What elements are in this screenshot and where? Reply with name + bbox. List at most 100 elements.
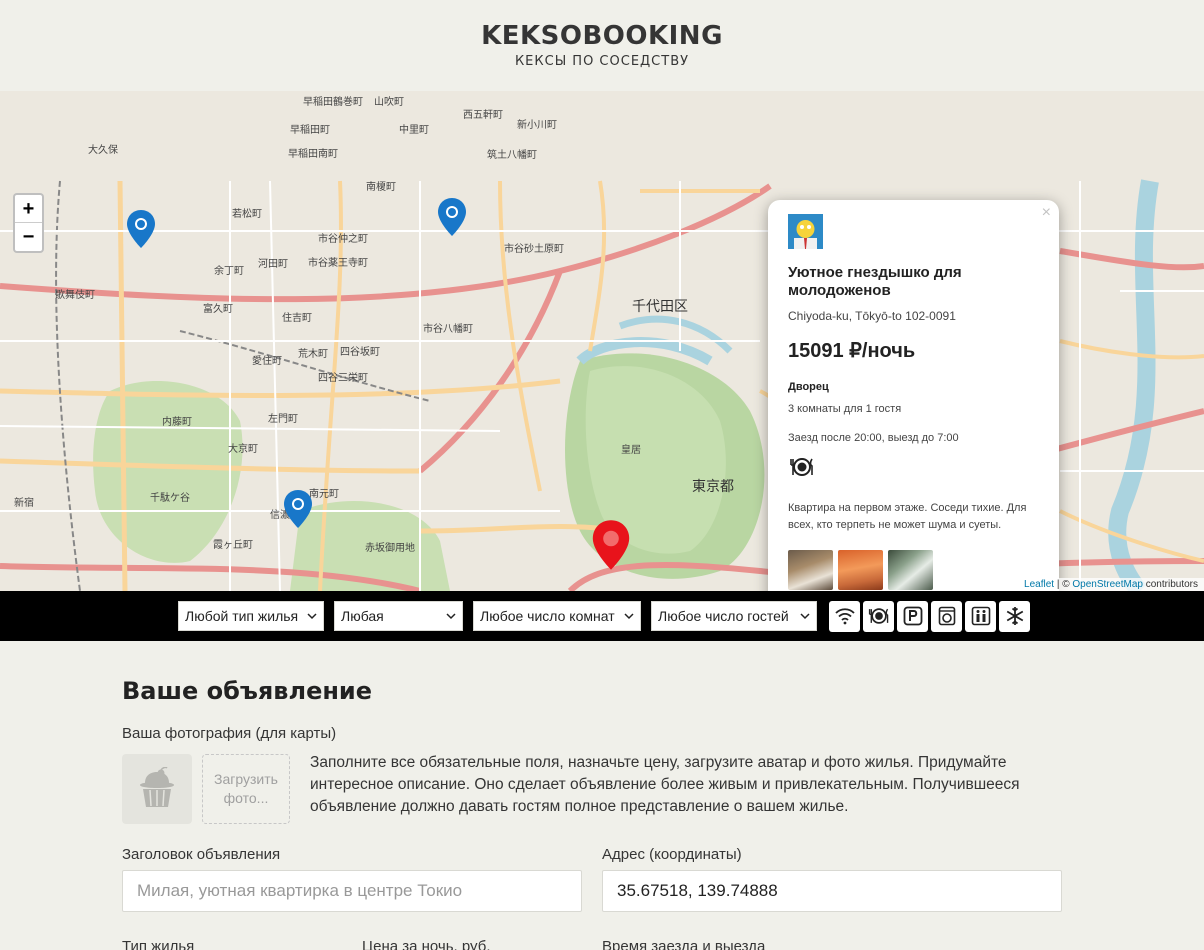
zoom-out-button[interactable]: − [15,223,42,251]
main-pin-icon[interactable] [591,519,631,571]
map-pin-icon[interactable] [283,489,313,529]
address-field: Адрес (координаты) 35.67518, 139.74888 [602,846,1062,912]
title-input[interactable]: Милая, уютная квартирка в центре Токио [122,870,582,912]
map-place-label: 西五軒町 [463,110,503,121]
map-place-label: 千代田区 [632,299,688,315]
muffin-icon [140,767,174,807]
housing-type-value: Любой тип жилья [185,608,299,624]
feature-parking[interactable] [897,600,928,632]
elevator-icon [971,606,990,626]
ad-form: Ваше объявление Ваша фотография (для кар… [0,641,1204,950]
popup-title: Уютное гнездышко для молодоженов [788,264,962,299]
map[interactable]: 早稲田鶴巻町 山吹町 西五軒町 新小川町 早稲田町 中里町 大久保 早稲田南町 筑土八幡町 南榎町… [0,91,1204,591]
avatar-label: Ваша фотография (для карты) [122,725,337,742]
map-place-label: 市谷砂土原町 [504,244,564,255]
avatar-preview [122,754,192,824]
map-place-label: 内藤町 [162,417,192,428]
map-place-label: 河田町 [258,259,288,270]
feature-elevator[interactable] [965,600,996,632]
rooms-value: Любое число комнат [480,608,615,624]
feature-conditioner[interactable] [999,600,1030,632]
chevron-down-icon [800,613,810,620]
wifi-icon [834,608,855,625]
parking-icon [903,606,922,626]
price-value: Любая [341,608,384,624]
zoom-in-button[interactable]: + [15,195,42,223]
map-place-label: 早稲田南町 [288,149,338,160]
map-place-label: 千駄ケ谷 [150,493,190,504]
attribution-text: contributors [1142,579,1198,590]
popup-description: Квартира на первом этаже. Соседи тихие. … [788,502,1027,531]
popup-time: Заезд после 20:00, выезд до 7:00 [788,432,959,444]
site-header: KEKSOBOOKING КЕКСЫ ПО СОСЕДСТВУ [0,0,1204,91]
guests-value: Любое число гостей [658,608,789,624]
logo-subtitle: КЕКСЫ ПО СОСЕДСТВУ [514,54,690,69]
dishwasher-icon [868,608,888,624]
feature-washer[interactable] [931,600,962,632]
map-place-label: 山吹町 [374,97,404,108]
map-attribution: Leaflet | © OpenStreetMap contributors [1018,578,1204,591]
conditioner-icon [1006,607,1023,625]
price-select[interactable]: Любая [334,601,463,631]
housing-type-select[interactable]: Любой тип жилья [178,601,324,631]
time-label: Время заезда и выезда [602,938,766,950]
map-pin-icon[interactable] [437,197,467,237]
popup-capacity: 3 комнаты для 1 гостя [788,403,902,415]
map-place-label: 余丁町 [214,266,244,277]
map-place-label: 愛住町 [252,356,282,367]
map-place-label: 南元町 [309,489,339,500]
avatar-upload-label: Загрузить фото... [214,771,278,806]
map-place-label: 四谷三栄町 [318,373,368,384]
user-avatar [788,214,823,249]
map-place-label: 霞ヶ丘町 [213,540,253,551]
popup-type: Дворец [788,381,829,393]
popup-photo[interactable] [838,550,883,590]
features-filter [829,600,1030,632]
form-title: Ваше объявление [122,677,373,705]
map-place-label: 富久町 [203,304,233,315]
feature-wifi[interactable] [829,600,860,632]
popup-photos [788,550,1039,590]
dishwasher-icon [790,458,813,476]
map-place-label: 早稲田町 [290,125,330,136]
avatar-upload-row: Загрузить фото... Заполните все обязател… [122,754,1204,824]
title-address-row: Заголовок объявления Милая, уютная кварт… [122,846,1204,912]
popup-price: 15091 ₽/ночь [788,340,916,362]
map-place-label: 南榎町 [366,182,396,193]
chevron-down-icon [446,613,456,620]
offer-popup: × Уютное гнездышко для молодоженов Chiyo… [768,200,1059,591]
map-place-label: 若松町 [232,209,262,220]
map-place-label: 早稲田鶴巻町 [303,97,363,108]
popup-address: Chiyoda-ku, Tōkyō-to 102-0091 [788,309,956,323]
washer-icon [938,606,955,626]
map-place-label: 左門町 [268,414,298,425]
map-place-label: 市谷薬王寺町 [308,258,368,269]
chevron-down-icon [624,613,634,620]
title-label: Заголовок объявления [122,846,281,863]
feature-dishwasher[interactable] [863,600,894,632]
logo-title[interactable]: KEKSOBOOKING [0,22,1204,50]
rooms-select[interactable]: Любое число комнат [473,601,641,631]
map-place-label: 市谷仲之町 [318,234,368,245]
map-place-label: 荒木町 [298,349,328,360]
map-place-label: 新小川町 [517,120,557,131]
type-price-time-row: Тип жилья Цена за ночь, руб. Время заезд… [122,938,1204,950]
map-place-label: 市谷八幡町 [423,324,473,335]
map-place-label: 東京都 [692,479,734,495]
map-place-label: 赤坂御用地 [365,543,415,554]
avatar-upload-button[interactable]: Загрузить фото... [202,754,290,824]
popup-close-button[interactable]: × [1042,204,1051,222]
address-label: Адрес (координаты) [602,846,742,863]
map-place-label: 皇居 [621,445,641,456]
popup-photo[interactable] [788,550,833,590]
address-input[interactable]: 35.67518, 139.74888 [602,870,1062,912]
map-place-label: 大久保 [88,145,118,156]
zoom-control: + − [13,193,44,253]
map-filters: Любой тип жилья Любая Любое число комнат… [0,591,1204,641]
guests-select[interactable]: Любое число гостей [651,601,817,631]
leaflet-link[interactable]: Leaflet [1024,579,1054,590]
osm-link[interactable]: OpenStreetMap [1072,579,1143,590]
chevron-down-icon [307,613,317,620]
map-pin-icon[interactable] [126,209,156,249]
popup-photo[interactable] [888,550,933,590]
